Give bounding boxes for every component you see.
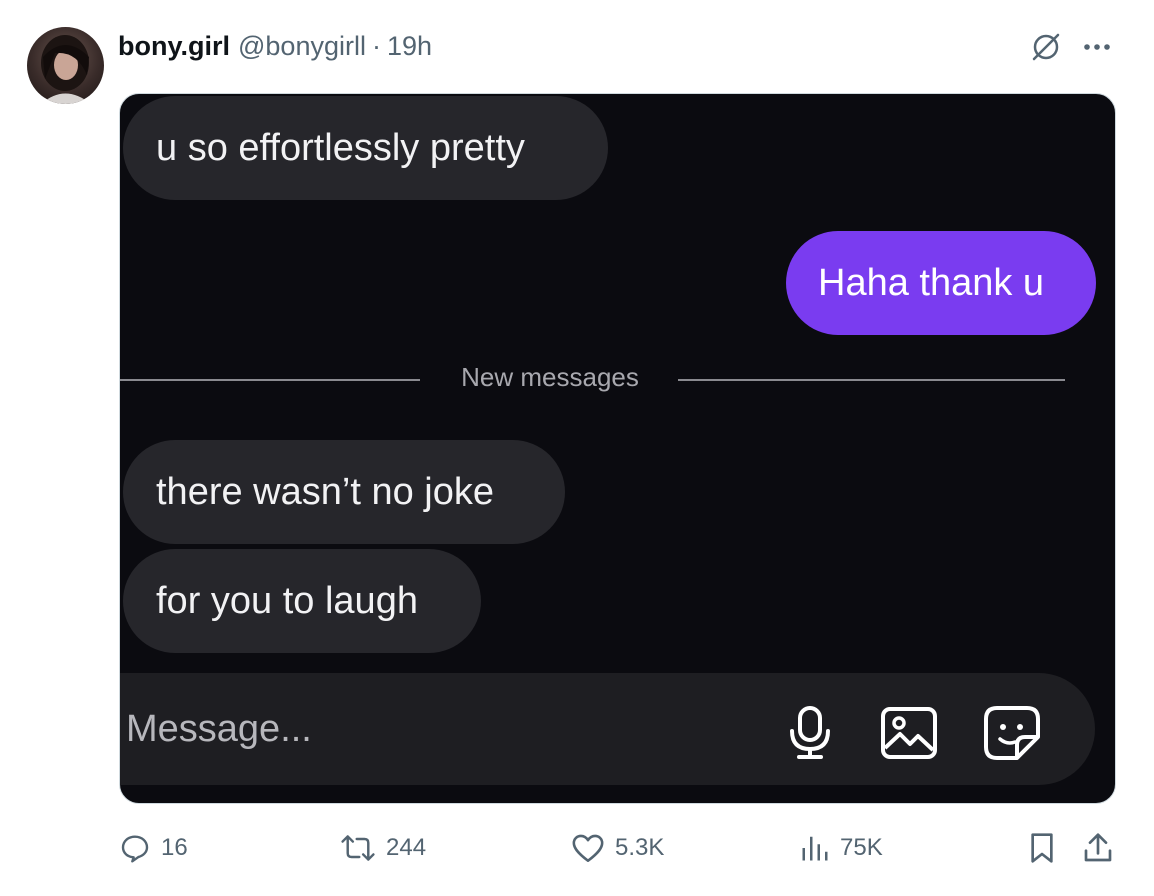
sticker-button[interactable] bbox=[982, 703, 1042, 763]
bookmark-icon bbox=[1031, 833, 1053, 863]
new-messages-divider: New messages bbox=[461, 362, 639, 392]
view-count: 75K bbox=[840, 834, 883, 861]
message-bubble-received: there wasn’t no joke bbox=[123, 440, 565, 544]
microphone-icon bbox=[790, 706, 830, 759]
image-button[interactable] bbox=[879, 703, 939, 763]
reply-count: 16 bbox=[161, 834, 188, 861]
divider-line-left bbox=[120, 379, 420, 381]
sticker-icon bbox=[984, 706, 1040, 760]
more-button[interactable] bbox=[1080, 30, 1114, 64]
like-icon bbox=[572, 834, 604, 863]
message-text: for you to laugh bbox=[156, 579, 418, 622]
reply-button[interactable]: 16 bbox=[119, 830, 188, 866]
microphone-button[interactable] bbox=[780, 703, 840, 763]
views-icon bbox=[802, 836, 828, 861]
repost-count: 244 bbox=[386, 834, 427, 861]
message-composer bbox=[120, 673, 1095, 785]
reply-icon bbox=[121, 835, 149, 863]
post-header: bony.girl @bonygirll · 19h bbox=[118, 28, 432, 64]
divider-line-right bbox=[678, 379, 1065, 381]
author-name[interactable]: bony.girl bbox=[118, 31, 230, 62]
repost-icon bbox=[341, 835, 375, 861]
share-icon bbox=[1084, 833, 1112, 862]
grok-button[interactable] bbox=[1027, 28, 1065, 66]
bookmark-button[interactable] bbox=[1024, 830, 1060, 866]
message-text: there wasn’t no joke bbox=[156, 470, 494, 513]
message-bubble-received: u so effortlessly pretty bbox=[123, 96, 608, 200]
author-handle[interactable]: @bonygirll bbox=[238, 31, 366, 62]
message-bubble-received: for you to laugh bbox=[123, 549, 481, 653]
message-text: Haha thank u bbox=[818, 261, 1045, 304]
message-input[interactable] bbox=[126, 701, 726, 757]
avatar-image bbox=[41, 35, 91, 104]
like-button[interactable]: 5.3K bbox=[571, 830, 664, 866]
separator: · bbox=[371, 30, 381, 61]
message-bubble-sent: Haha thank u bbox=[786, 231, 1096, 335]
post-time[interactable]: 19h bbox=[387, 31, 432, 62]
post-media[interactable]: u so effortlessly pretty Haha thank u Ne… bbox=[119, 93, 1116, 804]
share-button[interactable] bbox=[1080, 830, 1116, 866]
views-button[interactable]: 75K bbox=[800, 830, 883, 866]
more-icon bbox=[1084, 44, 1110, 50]
grok-icon bbox=[1032, 33, 1060, 61]
repost-button[interactable]: 244 bbox=[340, 830, 426, 866]
image-icon bbox=[881, 707, 937, 759]
message-text: u so effortlessly pretty bbox=[156, 126, 525, 169]
like-count: 5.3K bbox=[615, 834, 665, 861]
avatar[interactable] bbox=[27, 27, 104, 104]
